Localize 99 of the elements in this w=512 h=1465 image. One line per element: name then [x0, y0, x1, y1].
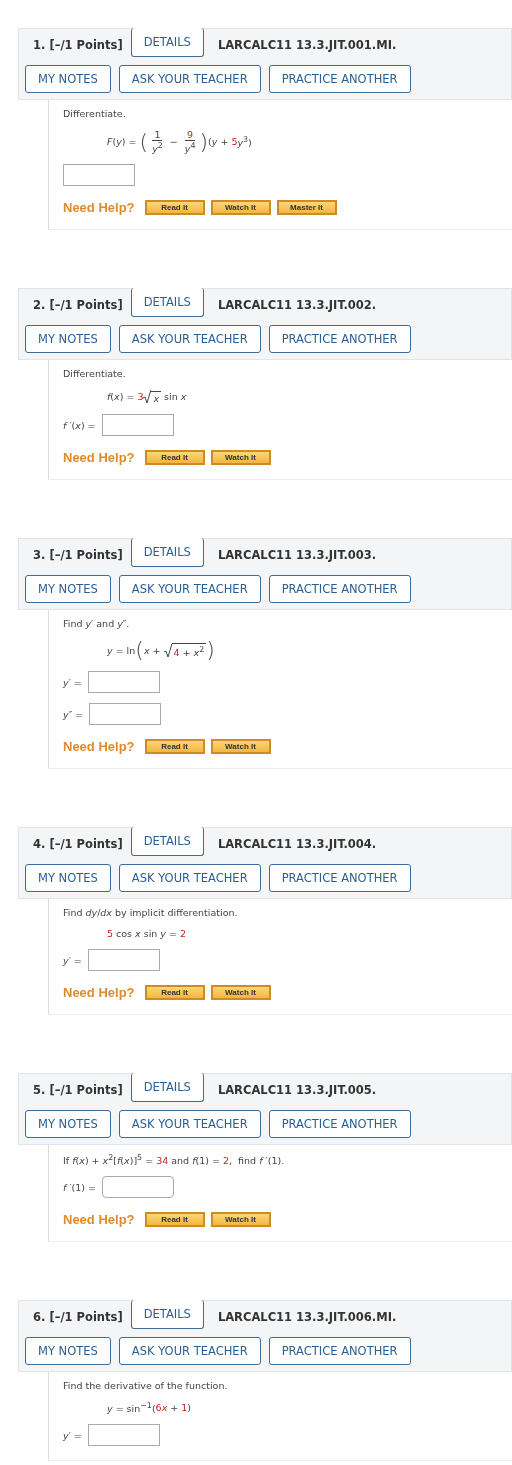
question-prompt: Find the derivative of the function.	[63, 1380, 229, 1392]
help-button[interactable]: Watch It	[210, 739, 271, 755]
action-button[interactable]: PRACTICE ANOTHER	[268, 1110, 411, 1139]
answer-label: y′ =	[63, 1429, 82, 1441]
question-points: 2. [–/1 Points]	[32, 298, 123, 313]
answer-label: y′ =	[63, 676, 82, 688]
math-text: 3	[137, 391, 144, 403]
action-button[interactable]: MY NOTES	[25, 575, 111, 604]
need-help-label: Need Help?	[63, 1212, 135, 1228]
math-text: 5	[231, 136, 238, 148]
action-button[interactable]: MY NOTES	[25, 65, 111, 93]
question-code: LARCALC11 13.3.JIT.004.	[217, 837, 377, 852]
math-text: cos x sin y =	[115, 928, 178, 940]
action-button[interactable]: PRACTICE ANOTHER	[268, 1337, 411, 1366]
math-text: x	[153, 393, 160, 405]
numerator: 9	[185, 129, 196, 141]
question-code: LARCALC11 13.3.JIT.003.	[217, 548, 377, 563]
help-button[interactable]: Master It	[276, 200, 337, 216]
math-text: )	[187, 1402, 192, 1414]
math-text: y = ln	[107, 644, 136, 656]
question-points: 6. [–/1 Points]	[32, 1310, 123, 1325]
action-button[interactable]: PRACTICE ANOTHER	[268, 575, 411, 604]
parenthesis: )	[199, 130, 209, 153]
help-button[interactable]: Watch It	[210, 450, 271, 466]
help-button[interactable]: Watch It	[210, 985, 271, 1001]
need-help-label: Need Help?	[63, 985, 135, 1001]
help-button[interactable]: Read It	[144, 450, 205, 466]
question-prompt: Differentiate.	[63, 108, 127, 119]
action-button[interactable]: ASK YOUR TEACHER	[118, 575, 261, 604]
math-text: (y +	[208, 136, 230, 148]
action-button[interactable]: MY NOTES	[25, 1110, 111, 1139]
math-text: F(y) =	[107, 136, 138, 148]
action-button[interactable]: ASK YOUR TEACHER	[118, 1337, 261, 1366]
question-code: LARCALC11 13.3.JIT.001.MI.	[217, 38, 397, 52]
answer-label: y″ =	[63, 708, 84, 720]
math-text: 4	[173, 646, 180, 658]
question-prompt: Differentiate.	[63, 368, 127, 380]
action-button[interactable]: PRACTICE ANOTHER	[268, 65, 411, 93]
answer-field[interactable]	[101, 414, 174, 437]
math-text: sin x	[163, 391, 187, 403]
action-button[interactable]: PRACTICE ANOTHER	[268, 864, 411, 893]
answer-field[interactable]	[87, 949, 160, 972]
question-code: LARCALC11 13.3.JIT.006.MI.	[217, 1310, 397, 1325]
numerator: 1	[152, 129, 163, 141]
question-points: 1. [–/1 Points]	[32, 38, 123, 52]
math-text: 5	[107, 928, 114, 940]
parenthesis: )	[206, 639, 215, 662]
action-button[interactable]: ASK YOUR TEACHER	[118, 65, 261, 93]
details-tab[interactable]: DETAILS	[130, 827, 204, 857]
action-button[interactable]: MY NOTES	[25, 325, 111, 354]
answer-label: y′ =	[63, 954, 82, 966]
denominator: y$^{4}$	[183, 141, 197, 155]
answer-field[interactable]	[89, 703, 162, 726]
help-button[interactable]: Watch It	[210, 200, 271, 216]
action-button[interactable]: ASK YOUR TEACHER	[118, 325, 261, 354]
math-text: f(x) =	[107, 391, 136, 403]
action-button[interactable]: MY NOTES	[25, 1337, 111, 1366]
math-text: y$^{3}$)	[237, 135, 252, 149]
details-tab[interactable]: DETAILS	[130, 28, 204, 57]
math-text: y = sin$^{−1}$(	[107, 1401, 156, 1415]
question-points: 3. [–/1 Points]	[32, 548, 123, 563]
need-help-label: Need Help?	[63, 450, 135, 466]
answer-field[interactable]	[87, 671, 160, 694]
action-button[interactable]: PRACTICE ANOTHER	[268, 325, 411, 354]
help-button[interactable]: Read It	[144, 1212, 205, 1228]
math-text: x +	[143, 644, 162, 656]
details-tab[interactable]: DETAILS	[130, 288, 204, 318]
question-code: LARCALC11 13.3.JIT.002.	[217, 298, 377, 313]
question-code: LARCALC11 13.3.JIT.005.	[217, 1083, 377, 1098]
action-button[interactable]: ASK YOUR TEACHER	[118, 1110, 261, 1139]
math-text: x	[161, 1402, 168, 1414]
answer-field[interactable]	[87, 1424, 160, 1447]
help-button[interactable]: Read It	[144, 739, 205, 755]
question-prompt: Find y′ and y″.	[63, 618, 131, 630]
question-points: 5. [–/1 Points]	[32, 1083, 123, 1098]
details-tab[interactable]: DETAILS	[130, 538, 204, 568]
math-text: 2	[180, 928, 187, 940]
math-text: −	[168, 136, 179, 148]
help-button[interactable]: Watch It	[210, 1212, 271, 1228]
math-text: + x$^{2}$	[181, 646, 205, 658]
answer-field[interactable]	[63, 164, 135, 187]
question-points: 4. [–/1 Points]	[32, 837, 123, 852]
parenthesis: (	[135, 639, 144, 662]
action-button[interactable]: ASK YOUR TEACHER	[118, 864, 261, 893]
need-help-label: Need Help?	[63, 200, 135, 216]
denominator: y$^{2}$	[151, 141, 164, 155]
help-button[interactable]: Read It	[144, 200, 205, 216]
math-text: +	[169, 1402, 180, 1414]
answer-label: f ′(x) =	[63, 419, 96, 431]
parenthesis: (	[139, 130, 149, 153]
help-button[interactable]: Read It	[144, 985, 205, 1001]
question-prompt: Find dy/dx by implicit differentiation.	[63, 907, 239, 919]
details-tab[interactable]: DETAILS	[130, 1300, 204, 1330]
answer-field[interactable]	[102, 1176, 174, 1199]
details-tab[interactable]: DETAILS	[130, 1073, 204, 1103]
action-button[interactable]: MY NOTES	[25, 864, 111, 893]
question-prompt: If f(x) + x$^{2}$[f(x)]$^{5}$ = 34 and f(1) = 2, find f ′(1).	[63, 1153, 286, 1167]
need-help-label: Need Help?	[63, 739, 135, 755]
answer-label: f ′(1) =	[63, 1181, 96, 1193]
